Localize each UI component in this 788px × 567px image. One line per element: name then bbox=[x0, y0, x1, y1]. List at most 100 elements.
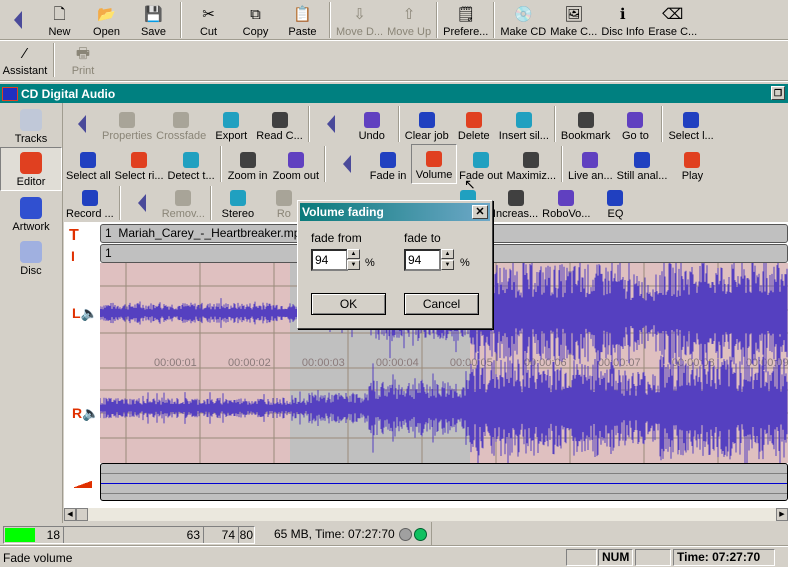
play-button[interactable]: Play bbox=[669, 144, 715, 184]
prefere-button[interactable]: 🗒 Prefere... bbox=[441, 0, 490, 40]
fade-in-button[interactable]: Fade in bbox=[365, 144, 411, 184]
clear-job-button[interactable]: Clear job bbox=[403, 104, 451, 144]
move-up-button[interactable]: ⇧ Move Up bbox=[385, 0, 433, 40]
live-an-button[interactable]: Live an... bbox=[566, 144, 615, 184]
zoom-in-button[interactable]: Zoom in bbox=[225, 144, 271, 184]
paste-button[interactable]: 📋 Paste bbox=[279, 0, 326, 40]
stereo-button[interactable]: Stereo bbox=[215, 184, 261, 222]
fade-to-down-button[interactable]: ▼ bbox=[441, 260, 454, 270]
toolbar-scroll-arrow-icon[interactable] bbox=[137, 194, 146, 212]
scroll-right-button[interactable]: ▶ bbox=[776, 508, 788, 521]
printer-icon: 🖶 bbox=[75, 45, 91, 62]
horizontal-scrollbar[interactable]: ◀ ▶ bbox=[64, 508, 788, 521]
fade-from-input[interactable]: 94 bbox=[311, 249, 348, 271]
timeline-label: 00:00:03 bbox=[302, 357, 345, 369]
robovo-button[interactable]: RoboVo... bbox=[540, 184, 592, 222]
cancel-button[interactable]: Cancel bbox=[404, 293, 479, 315]
fade-from-down-button[interactable]: ▼ bbox=[347, 260, 360, 270]
status-led-green-icon bbox=[414, 528, 427, 541]
delete-button[interactable]: Delete bbox=[451, 104, 497, 144]
sidebar-item-label: Tracks bbox=[14, 133, 48, 145]
editor-icon bbox=[20, 152, 42, 174]
maximiz-button[interactable]: Maximiz... bbox=[505, 144, 559, 184]
restore-button[interactable]: ❐ bbox=[771, 86, 785, 100]
make-c-button[interactable]: 🖼 Make C... bbox=[548, 0, 599, 40]
still-anal-button[interactable]: Still anal... bbox=[615, 144, 670, 184]
fade-to-unit: % bbox=[460, 257, 470, 269]
button-label: Select ri... bbox=[114, 170, 164, 182]
make-cd-button[interactable]: 💿 Make CD bbox=[498, 0, 548, 40]
read-c-button[interactable]: Read C... bbox=[254, 104, 304, 144]
erase-c-button[interactable]: ⌫ Erase C... bbox=[646, 0, 699, 40]
artwork-icon bbox=[20, 197, 42, 219]
select-l-button[interactable]: Select l... bbox=[666, 104, 715, 144]
select-all-button[interactable]: Select all bbox=[64, 144, 113, 184]
cut-button[interactable]: ✂ Cut bbox=[185, 0, 232, 40]
disc-info-button[interactable]: ℹ Disc Info bbox=[599, 0, 646, 40]
fade-out-icon bbox=[472, 152, 489, 168]
move-d-button[interactable]: ⇩ Move D... bbox=[334, 0, 385, 40]
open-button[interactable]: 📂 Open bbox=[83, 0, 130, 40]
toolbar-scroll-arrow-icon[interactable] bbox=[326, 115, 335, 133]
zoom-out-icon bbox=[287, 152, 304, 168]
open-folder-icon: 📂 bbox=[97, 6, 116, 23]
volume-envelope-lane[interactable] bbox=[100, 463, 788, 501]
divider bbox=[0, 80, 788, 82]
play-icon bbox=[684, 152, 701, 168]
scroll-thumb[interactable] bbox=[76, 508, 88, 521]
copy-button[interactable]: ⧉ Copy bbox=[232, 0, 279, 40]
fade-from-label: fade from bbox=[311, 231, 362, 245]
eq-button[interactable]: EQ bbox=[592, 184, 638, 222]
volume-envelope-line[interactable] bbox=[101, 483, 787, 484]
undo-button[interactable]: Undo bbox=[349, 104, 395, 144]
new-file-icon: 🗋 bbox=[53, 6, 66, 23]
toolbar-separator bbox=[307, 106, 310, 142]
app-icon bbox=[2, 86, 18, 101]
remov-button[interactable]: Remov... bbox=[160, 184, 207, 222]
fade-from-up-button[interactable]: ▲ bbox=[347, 249, 360, 259]
fade-to-up-button[interactable]: ▲ bbox=[441, 249, 454, 259]
properties-button[interactable]: Properties bbox=[100, 104, 154, 144]
button-label: EQ bbox=[607, 208, 624, 220]
button-label: Paste bbox=[288, 26, 317, 38]
toolbar-scroll-left-arrow-icon[interactable] bbox=[14, 11, 22, 29]
button-label: Stereo bbox=[221, 208, 255, 220]
sidebar-item-tracks[interactable]: Tracks bbox=[0, 103, 62, 147]
export-button[interactable]: Export bbox=[208, 104, 254, 144]
dialog-title-bar[interactable]: Volume fading ✕ bbox=[300, 203, 490, 221]
zoom-out-button[interactable]: Zoom out bbox=[271, 144, 321, 184]
scroll-left-button[interactable]: ◀ bbox=[64, 508, 76, 521]
ok-button[interactable]: OK bbox=[311, 293, 386, 315]
sidebar-item-label: Editor bbox=[16, 176, 46, 188]
toolbar-scroll-left-arrow-icon[interactable] bbox=[78, 115, 86, 133]
go-to-button[interactable]: Go to bbox=[612, 104, 658, 144]
bookmark-button[interactable]: Bookmark bbox=[559, 104, 613, 144]
assistant-button[interactable]: ⁄ Assistant bbox=[0, 41, 50, 79]
select-ri-button[interactable]: Select ri... bbox=[113, 144, 166, 184]
save-button[interactable]: 💾 Save bbox=[130, 0, 177, 40]
move-down-icon: ⇩ bbox=[353, 6, 366, 23]
select-all-icon bbox=[80, 152, 97, 168]
dialog-title: Volume fading bbox=[302, 205, 384, 219]
clear-job-icon bbox=[418, 112, 435, 128]
close-button[interactable]: ✕ bbox=[472, 205, 488, 219]
sidebar-item-artwork[interactable]: Artwork bbox=[0, 191, 62, 235]
new-button[interactable]: 🗋 New bbox=[36, 0, 83, 40]
sidebar-item-editor[interactable]: Editor bbox=[0, 147, 62, 191]
toolbar-scroll-arrow-icon[interactable] bbox=[343, 155, 352, 173]
sidebar-item-label: Disc bbox=[20, 265, 42, 277]
record-button[interactable]: Record ... bbox=[64, 184, 116, 222]
robovo-icon bbox=[558, 190, 575, 206]
print-button[interactable]: 🖶 Print bbox=[58, 41, 108, 79]
button-label: Increas... bbox=[492, 208, 539, 220]
volume-button[interactable]: Volume bbox=[411, 144, 458, 184]
toolbar-separator bbox=[553, 106, 556, 142]
sidebar-item-disc[interactable]: Disc bbox=[0, 235, 62, 279]
crossfade-button[interactable]: Crossfade bbox=[154, 104, 208, 144]
insert-sil-button[interactable]: Insert sil... bbox=[497, 104, 551, 144]
wand-icon: ⁄ bbox=[23, 45, 27, 62]
button-label: Prefere... bbox=[443, 26, 489, 38]
increas-button[interactable]: Increas... bbox=[491, 184, 540, 222]
detect-t-button[interactable]: Detect t... bbox=[166, 144, 217, 184]
fade-to-input[interactable]: 94 bbox=[404, 249, 441, 271]
